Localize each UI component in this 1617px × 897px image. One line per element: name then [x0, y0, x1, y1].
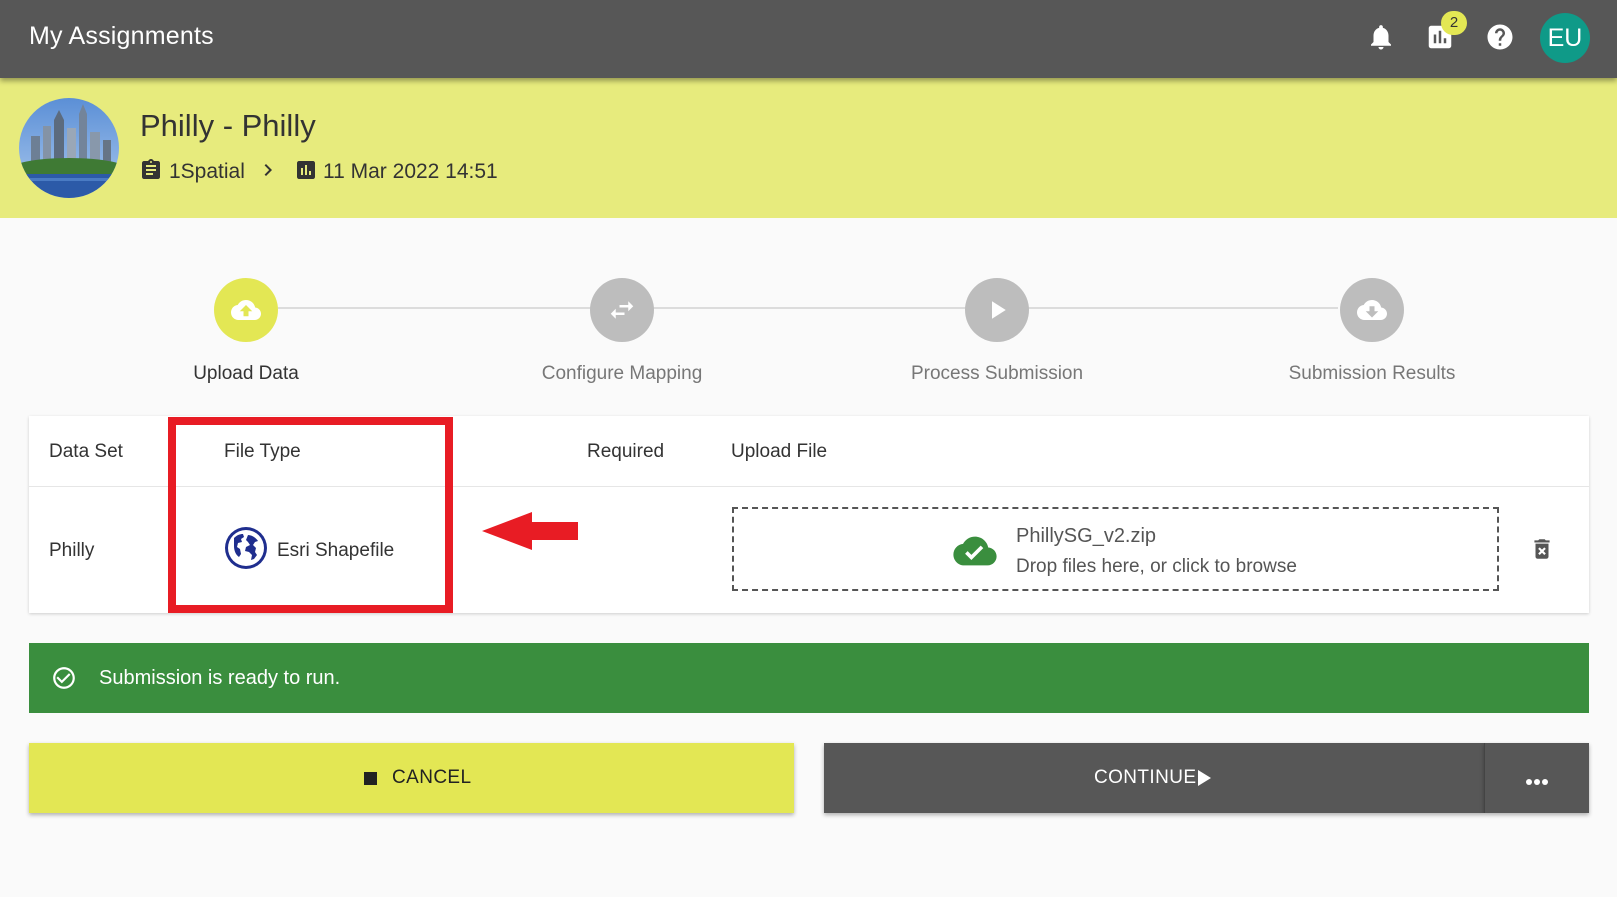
step-upload-data-label: Upload Data [193, 363, 299, 384]
help-icon[interactable] [1485, 22, 1515, 52]
continue-button[interactable]: CONTINUE [824, 743, 1484, 813]
cloud-done-icon [953, 533, 997, 569]
stop-icon [364, 772, 377, 785]
cancel-button[interactable]: CANCEL [29, 743, 794, 813]
stepper-connector [278, 307, 1338, 309]
column-header-upload-file: Upload File [731, 441, 828, 462]
project-banner: Philly - Philly 1Spatial 11 Mar 2022 14:… [0, 78, 1617, 218]
cancel-button-label: CANCEL [392, 767, 472, 788]
column-header-data-set: Data Set [49, 441, 123, 462]
step-process-submission-circle[interactable] [965, 278, 1029, 342]
step-process-submission-label: Process Submission [910, 363, 1084, 384]
organization-link[interactable]: 1Spatial [169, 160, 245, 184]
step-configure-mapping-circle[interactable] [590, 278, 654, 342]
notification-count-badge: 2 [1441, 11, 1467, 35]
status-alert: Submission is ready to run. [29, 643, 1589, 713]
top-app-bar: My Assignments 2 EU [0, 0, 1617, 78]
more-options-button[interactable] [1484, 743, 1589, 813]
user-avatar[interactable]: EU [1540, 13, 1590, 63]
step-submission-results-circle[interactable] [1340, 278, 1404, 342]
more-horizontal-icon [1525, 774, 1549, 785]
step-submission-results-label: Submission Results [1288, 363, 1456, 384]
app-title: My Assignments [29, 22, 214, 50]
project-title: Philly - Philly [140, 108, 316, 143]
cell-data-set: Philly [49, 540, 95, 561]
swap-arrows-icon [610, 301, 634, 319]
submission-date: 11 Mar 2022 14:51 [323, 160, 498, 183]
status-message: Submission is ready to run. [99, 667, 341, 689]
project-avatar [19, 98, 119, 198]
annotation-highlight-box [168, 417, 453, 613]
play-arrow-icon [1196, 769, 1212, 787]
bar-chart-icon [294, 158, 318, 182]
delete-icon[interactable] [1529, 535, 1555, 563]
dropzone-hint: Drop files here, or click to browse [1016, 556, 1297, 577]
cloud-upload-icon [231, 300, 261, 320]
check-circle-icon [51, 665, 77, 691]
continue-button-label: CONTINUE [1094, 767, 1197, 788]
cloud-download-icon [1357, 300, 1387, 320]
bell-icon[interactable] [1366, 22, 1396, 52]
uploaded-file-name: PhillySG_v2.zip [1016, 525, 1157, 547]
play-icon [992, 301, 1006, 319]
arrow-left-icon [482, 512, 578, 550]
column-header-required: Required [587, 441, 665, 462]
clipboard-icon [139, 158, 163, 182]
chevron-right-icon [256, 158, 280, 182]
file-dropzone[interactable]: PhillySG_v2.zip Drop files here, or clic… [732, 507, 1499, 591]
step-configure-mapping-label: Configure Mapping [541, 363, 703, 384]
step-upload-data-circle[interactable] [214, 278, 278, 342]
